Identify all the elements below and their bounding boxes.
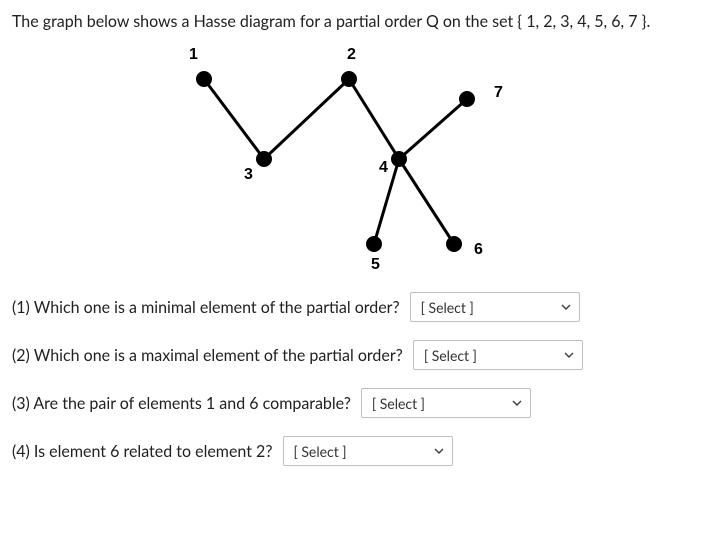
chevron-down-icon [564,352,574,358]
select-placeholder: [ Select ] [424,347,477,364]
chevron-down-icon [561,304,571,310]
node-label-5: 5 [371,256,380,273]
node-label-1: 1 [189,46,198,63]
hasse-diagram-container: 1 2 7 3 4 5 6 [12,39,696,274]
node-label-2: 2 [347,46,356,63]
question-4-row: (4) Is element 6 related to element 2? [… [12,436,696,466]
question-3-text: (3) Are the pair of elements 1 and 6 com… [12,394,351,413]
question-4-select[interactable]: [ Select ] [283,436,453,466]
intro-text: The graph below shows a Hasse diagram fo… [12,12,696,31]
select-placeholder: [ Select ] [294,443,347,460]
chevron-down-icon [512,400,522,406]
node-label-3: 3 [244,166,253,183]
node-label-4: 4 [379,159,388,176]
question-3-row: (3) Are the pair of elements 1 and 6 com… [12,388,696,418]
question-3-select[interactable]: [ Select ] [361,388,531,418]
select-placeholder: [ Select ] [421,299,474,316]
node-label-6: 6 [474,241,483,258]
diagram-nodes [196,71,475,252]
question-1-select[interactable]: [ Select ] [410,292,580,322]
select-placeholder: [ Select ] [372,395,425,412]
question-4-text: (4) Is element 6 related to element 2? [12,442,273,461]
question-2-text: (2) Which one is a maximal element of th… [12,346,403,365]
node-label-7: 7 [494,84,503,101]
question-2-select[interactable]: [ Select ] [413,340,583,370]
question-1-row: (1) Which one is a minimal element of th… [12,292,696,322]
question-2-row: (2) Which one is a maximal element of th… [12,340,696,370]
hasse-diagram: 1 2 7 3 4 5 6 [149,39,559,274]
diagram-edges [204,79,467,244]
chevron-down-icon [434,448,444,454]
question-1-text: (1) Which one is a minimal element of th… [12,298,400,317]
